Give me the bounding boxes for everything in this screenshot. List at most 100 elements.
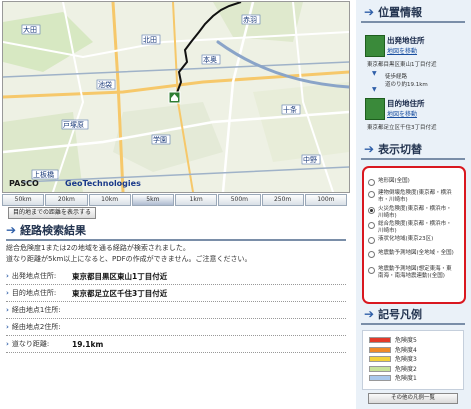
zoom-level-2[interactable]: 10km <box>88 194 131 206</box>
result-row-label: 道なり距離: <box>6 339 66 349</box>
legend-item: 危険度2 <box>369 365 459 373</box>
display-option-label: 地形図(全国) <box>378 178 410 184</box>
divider <box>361 323 465 325</box>
legend-item: 危険度3 <box>369 356 459 363</box>
display-option-2[interactable]: 火災危険度(東京都・横浜市・川崎市) <box>368 206 460 220</box>
display-option-label: 地震動予測地図(想定東海・東南海・南海地震連動)(全国) <box>378 266 452 279</box>
result-row: 道なり距離: 19.1km <box>6 336 346 353</box>
legend-header: ➔ 記号凡例 <box>364 307 423 321</box>
divider <box>361 21 465 23</box>
station-label: 中野 <box>303 155 317 164</box>
position-header: ➔ 位置情報 <box>364 5 423 19</box>
zoom-scale-bar: 50km 20km 10km 5km 1km 500m 250m 100m <box>2 194 348 206</box>
display-options-box: 地形図(全国) 建物倒壊危険度(東京都・横浜市・川崎市) 火災危険度(東京都・横浜市… <box>362 166 466 304</box>
radio-button[interactable] <box>368 222 375 229</box>
arrow-right-icon: ➔ <box>364 307 375 321</box>
legend-label: 危険度5 <box>395 337 417 344</box>
result-row: 出発地点住所: 東京都目黒区東山1丁目付近 <box>6 268 346 285</box>
station-label: 池袋 <box>98 80 112 89</box>
zoom-level-0[interactable]: 50km <box>2 194 45 206</box>
station-label: 赤羽 <box>243 16 257 24</box>
divider <box>361 158 465 160</box>
radio-button[interactable] <box>368 251 375 258</box>
start-address: 東京都目黒区東山1丁目付近 <box>367 62 437 68</box>
start-address-box: 出発地住所 地図を移動 <box>365 35 463 61</box>
display-option-4[interactable]: 液状化地域(東京23区) <box>368 236 460 244</box>
legend-swatch <box>369 356 391 362</box>
house-icon <box>365 98 385 120</box>
result-row-label: 出発地点住所: <box>6 271 66 281</box>
zoom-level-6[interactable]: 250m <box>261 194 304 206</box>
station-label: 上板橋 <box>33 170 54 179</box>
result-desc-2: 道なり距離が5km以上になると、PDFの作成ができません。ご注意ください。 <box>6 255 252 263</box>
result-row-label: 目的地点住所: <box>6 288 66 298</box>
arrow-right-icon: ➔ <box>364 142 375 156</box>
display-option-5[interactable]: 地震動予測地図(全地域・全国) <box>368 250 460 258</box>
result-row-label: 経由地点2住所: <box>6 322 66 332</box>
display-option-label: 地震動予測地図(全地域・全国) <box>378 250 454 256</box>
map-canvas[interactable]: 大田戸塚原上板橋 北田本奥学園 赤羽十条 池袋中野 <box>3 2 349 192</box>
result-row-label: 経由地点1住所: <box>6 305 66 315</box>
display-option-label: 液状化地域(東京23区) <box>378 236 434 242</box>
route-label: 徒歩経路 <box>385 74 408 80</box>
zoom-level-1[interactable]: 20km <box>45 194 88 206</box>
start-move-link[interactable]: 地図を移動 <box>387 46 417 55</box>
station-label: 学園 <box>153 135 167 144</box>
display-option-6[interactable]: 地震動予測地図(想定東海・東南海・南海地震連動)(全国) <box>368 266 460 280</box>
legend-swatch <box>369 375 391 381</box>
dest-move-link[interactable]: 地図を移動 <box>387 109 417 118</box>
result-row: 経由地点2住所: <box>6 319 346 336</box>
other-legends-button[interactable]: その他の凡例一覧 <box>368 393 458 404</box>
display-option-0[interactable]: 地形図(全国) <box>368 178 460 186</box>
dest-address: 東京都足立区千住3丁目付近 <box>367 125 437 131</box>
zoom-level-3[interactable]: 5km <box>131 194 174 206</box>
station-label: 戸塚原 <box>63 120 84 129</box>
legend-swatch <box>369 346 391 353</box>
legend-item: 危険度1 <box>369 375 459 382</box>
zoom-level-5[interactable]: 500m <box>218 194 261 206</box>
result-row-value: 東京都足立区千住3丁目付近 <box>72 288 168 298</box>
legend-item: 危険度4 <box>369 346 459 354</box>
house-icon <box>365 35 385 57</box>
legend-item: 危険度5 <box>369 337 459 344</box>
radio-button[interactable] <box>368 237 375 244</box>
legend-swatch <box>369 365 391 372</box>
geotechnologies-logo: GeoTechnologies <box>65 179 141 188</box>
radio-button[interactable] <box>368 267 375 274</box>
legend-label: 危険度1 <box>395 375 417 382</box>
station-label: 北田 <box>143 36 157 44</box>
station-label: 本奥 <box>203 55 217 64</box>
result-row-value: 19.1km <box>72 339 104 349</box>
arrow-right-icon: ➔ <box>364 5 375 19</box>
display-option-1[interactable]: 建物倒壊危険度(東京都・横浜市・川崎市) <box>368 190 460 204</box>
route-arrow-icon-2: ▼ <box>372 86 377 93</box>
display-option-label: 総合危険度(東京都・横浜市・川崎市) <box>378 221 452 234</box>
result-title: 経路検索結果 <box>20 224 87 237</box>
display-toggle-header: ➔ 表示切替 <box>364 142 423 156</box>
zoom-level-7[interactable]: 100m <box>304 194 347 206</box>
route-arrow-icon: ▼ <box>372 70 377 77</box>
result-section-header: ➔ 経路検索結果 <box>6 222 346 241</box>
display-option-3[interactable]: 総合危険度(東京都・横浜市・川崎市) <box>368 221 460 235</box>
station-label: 十条 <box>283 105 297 114</box>
dest-address-box: 目的地住所 地図を移動 <box>365 98 463 124</box>
result-row-value: 東京都目黒区東山1丁目付近 <box>72 271 168 281</box>
display-option-label: 火災危険度(東京都・横浜市・川崎市) <box>378 206 452 219</box>
result-row: 目的地点住所: 東京都足立区千住3丁目付近 <box>6 285 346 302</box>
legend-label: 危険度2 <box>395 365 417 373</box>
show-distance-button[interactable]: 目的地までの距離を表示する <box>8 207 97 219</box>
legend-label: 危険度4 <box>395 346 417 354</box>
zoom-level-4[interactable]: 1km <box>175 194 218 206</box>
result-row: 経由地点1住所: <box>6 302 346 319</box>
radio-button[interactable] <box>368 179 375 186</box>
display-option-label: 建物倒壊危険度(東京都・横浜市・川崎市) <box>378 190 452 203</box>
legend-label: 危険度3 <box>395 356 417 363</box>
radio-button[interactable] <box>368 207 375 214</box>
legend-box: 危険度5 危険度4 危険度3 危険度2 危険度1 <box>362 330 464 390</box>
legend-swatch <box>369 337 391 343</box>
radio-button[interactable] <box>368 191 375 198</box>
start-marker[interactable] <box>168 91 181 104</box>
route-distance: 道のり約19.1km <box>385 82 428 88</box>
map-view[interactable]: 大田 戸塚原 上板橋 北田 本奥 学園 赤羽 十条 池袋 中野 PASCO GeoTechnolo… <box>2 1 350 193</box>
pasco-logo: PASCO <box>9 179 39 188</box>
